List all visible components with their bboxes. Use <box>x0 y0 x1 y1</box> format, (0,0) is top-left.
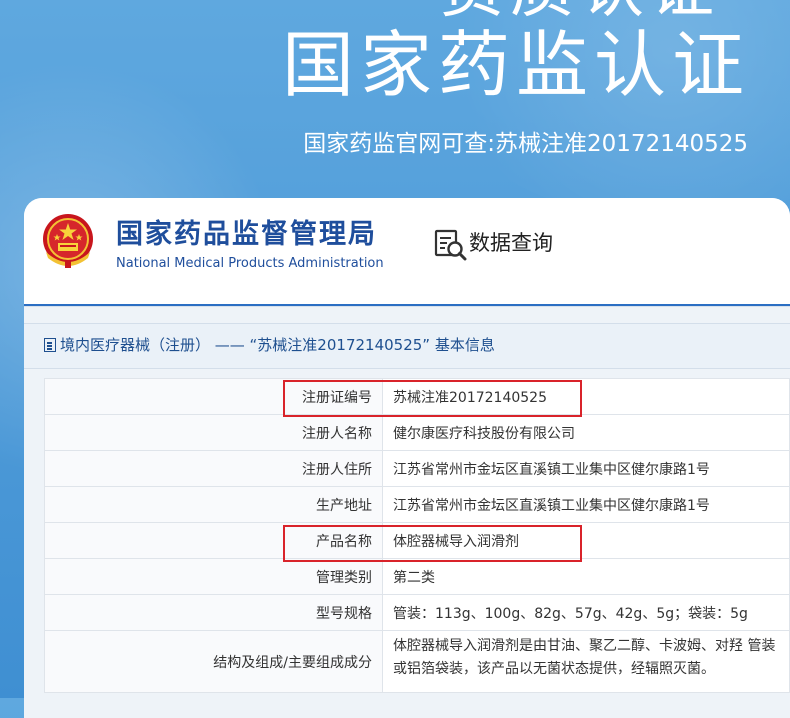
registration-info-table: 注册证编号 苏械注准20172140525 注册人名称 健尔康医疗科技股份有限公… <box>44 378 790 693</box>
data-query-link[interactable]: 数据查询 <box>469 228 553 258</box>
hero-subtitle: 国家药监官网可查:苏械注准20172140525 <box>303 131 748 157</box>
field-label: 生产地址 <box>44 486 383 523</box>
field-label: 产品名称 <box>44 522 383 559</box>
table-row: 注册人名称 健尔康医疗科技股份有限公司 <box>44 414 790 451</box>
table-row: 管理类别 第二类 <box>44 558 790 595</box>
breadcrumb: 境内医疗器械（注册） —— “苏械注准20172140525” 基本信息 <box>44 334 495 356</box>
field-value: 江苏省常州市金坛区直溪镇工业集中区健尔康路1号 <box>382 450 790 487</box>
document-icon <box>44 338 56 352</box>
record-section: 境内医疗器械（注册） —— “苏械注准20172140525” 基本信息 注册证… <box>24 306 790 718</box>
field-value: 体腔器械导入润滑剂是由甘油、聚乙二醇、卡波姆、对羟 管装或铝箔袋装，该产品以无菌… <box>382 630 790 693</box>
agency-name-en: National Medical Products Administration <box>116 256 384 271</box>
data-query-icon[interactable] <box>434 228 468 262</box>
national-emblem-icon <box>43 214 93 268</box>
table-row: 型号规格 管装：113g、100g、82g、57g、42g、5g；袋装：5g <box>44 594 790 631</box>
hero-title: 国家药监认证 <box>281 23 750 107</box>
breadcrumb-bar: 境内医疗器械（注册） —— “苏械注准20172140525” 基本信息 <box>24 323 790 369</box>
field-label: 管理类别 <box>44 558 383 595</box>
table-row: 注册证编号 苏械注准20172140525 <box>44 378 790 415</box>
field-label: 注册人住所 <box>44 450 383 487</box>
hero-top-heading: 资质认证 <box>440 0 720 22</box>
table-row: 注册人住所 江苏省常州市金坛区直溪镇工业集中区健尔康路1号 <box>44 450 790 487</box>
table-row: 生产地址 江苏省常州市金坛区直溪镇工业集中区健尔康路1号 <box>44 486 790 523</box>
field-value: 第二类 <box>382 558 790 595</box>
field-label: 注册人名称 <box>44 414 383 451</box>
field-label: 注册证编号 <box>44 378 383 415</box>
field-value: 体腔器械导入润滑剂 <box>382 522 790 559</box>
table-row: 结构及组成/主要组成成分 体腔器械导入润滑剂是由甘油、聚乙二醇、卡波姆、对羟 管… <box>44 630 790 693</box>
field-label: 型号规格 <box>44 594 383 631</box>
field-value: 江苏省常州市金坛区直溪镇工业集中区健尔康路1号 <box>382 486 790 523</box>
field-value: 健尔康医疗科技股份有限公司 <box>382 414 790 451</box>
site-header: 国家药品监督管理局 National Medical Products Admi… <box>24 198 790 306</box>
field-value: 苏械注准20172140525 <box>382 378 790 415</box>
agency-name-cn: 国家药品监督管理局 <box>116 219 377 250</box>
breadcrumb-text: 境内医疗器械（注册） —— “苏械注准20172140525” 基本信息 <box>60 336 495 354</box>
field-value: 管装：113g、100g、82g、57g、42g、5g；袋装：5g <box>382 594 790 631</box>
field-label: 结构及组成/主要组成成分 <box>44 630 383 693</box>
nmpa-screenshot-card: 国家药品监督管理局 National Medical Products Admi… <box>24 198 790 718</box>
table-row: 产品名称 体腔器械导入润滑剂 <box>44 522 790 559</box>
